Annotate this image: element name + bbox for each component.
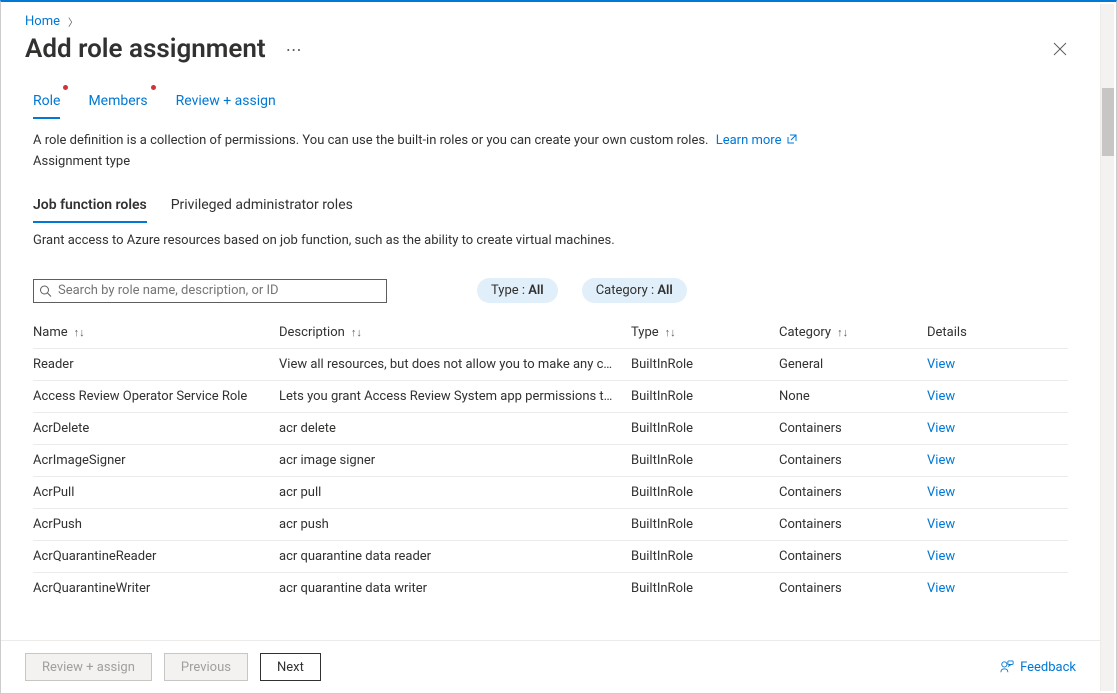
view-details-link[interactable]: View xyxy=(927,357,1068,372)
table-row[interactable]: AcrDeleteacr deleteBuiltInRoleContainers… xyxy=(33,412,1068,444)
tab-privileged-admin-roles[interactable]: Privileged administrator roles xyxy=(171,191,353,223)
cell-description: acr quarantine data writer xyxy=(279,581,631,596)
feedback-link[interactable]: Feedback xyxy=(1000,660,1076,675)
cell-type: BuiltInRole xyxy=(631,453,779,468)
cell-description: View all resources, but does not allow y… xyxy=(279,357,631,372)
sort-icon: ↑↓ xyxy=(351,327,362,338)
scrollbar-thumb[interactable] xyxy=(1102,88,1114,156)
step-review-assign[interactable]: Review + assign xyxy=(176,87,276,119)
subtab-description: Grant access to Azure resources based on… xyxy=(33,233,1068,248)
breadcrumb-home[interactable]: Home xyxy=(25,14,60,29)
cell-category: Containers xyxy=(779,581,927,596)
filter-category[interactable]: Category : All xyxy=(582,278,687,303)
wizard-steps: Role Members Review + assign xyxy=(1,87,1100,119)
table-header: Name ↑↓ Description ↑↓ Type ↑↓ Category … xyxy=(33,317,1068,348)
view-details-link[interactable]: View xyxy=(927,549,1068,564)
cell-type: BuiltInRole xyxy=(631,485,779,500)
table-row[interactable]: Access Review Operator Service RoleLets … xyxy=(33,380,1068,412)
cell-category: Containers xyxy=(779,421,927,436)
cell-name: AcrPush xyxy=(33,517,279,532)
cell-name: Reader xyxy=(33,357,279,372)
cell-description: acr quarantine data reader xyxy=(279,549,631,564)
required-dot-icon xyxy=(151,85,156,90)
cell-name: AcrDelete xyxy=(33,421,279,436)
cell-description: acr image signer xyxy=(279,453,631,468)
sort-icon: ↑↓ xyxy=(837,327,848,338)
page-title: Add role assignment xyxy=(25,34,266,64)
cell-description: Lets you grant Access Review System app … xyxy=(279,389,631,404)
breadcrumb: Home 〉 xyxy=(1,2,1100,29)
cell-type: BuiltInRole xyxy=(631,549,779,564)
cell-name: AcrQuarantineReader xyxy=(33,549,279,564)
table-row[interactable]: AcrImageSigneracr image signerBuiltInRol… xyxy=(33,444,1068,476)
col-category[interactable]: Category ↑↓ xyxy=(779,325,927,340)
view-details-link[interactable]: View xyxy=(927,517,1068,532)
scrollbar[interactable] xyxy=(1100,4,1114,691)
step-label: Review + assign xyxy=(176,93,276,109)
cell-description: acr pull xyxy=(279,485,631,500)
titlebar: Add role assignment ⋯ xyxy=(1,29,1100,87)
roles-table: Name ↑↓ Description ↑↓ Type ↑↓ Category … xyxy=(33,317,1068,640)
sort-icon: ↑↓ xyxy=(74,327,85,338)
feedback-icon xyxy=(1000,660,1014,674)
chevron-right-icon: 〉 xyxy=(68,14,78,29)
filter-row: Type : All Category : All xyxy=(33,278,1068,303)
role-description: A role definition is a collection of per… xyxy=(33,133,1068,148)
table-row[interactable]: AcrPullacr pullBuiltInRoleContainersView xyxy=(33,476,1068,508)
search-input[interactable] xyxy=(33,279,387,303)
table-row[interactable]: ReaderView all resources, but does not a… xyxy=(33,348,1068,380)
filter-type[interactable]: Type : All xyxy=(477,278,558,303)
step-label: Members xyxy=(88,93,147,109)
view-details-link[interactable]: View xyxy=(927,421,1068,436)
cell-name: Access Review Operator Service Role xyxy=(33,389,279,404)
view-details-link[interactable]: View xyxy=(927,485,1068,500)
cell-category: Containers xyxy=(779,549,927,564)
table-row[interactable]: AcrQuarantineReaderacr quarantine data r… xyxy=(33,540,1068,572)
assignment-type-tabs: Job function roles Privileged administra… xyxy=(33,191,1068,223)
next-button[interactable]: Next xyxy=(260,653,321,681)
assignment-type-label: Assignment type xyxy=(33,154,1068,169)
previous-button[interactable]: Previous xyxy=(164,653,248,681)
table-row[interactable]: AcrQuarantineWriteracr quarantine data w… xyxy=(33,572,1068,604)
cell-description: acr push xyxy=(279,517,631,532)
col-name[interactable]: Name ↑↓ xyxy=(33,325,279,340)
tab-job-function-roles[interactable]: Job function roles xyxy=(33,191,147,223)
cell-category: General xyxy=(779,357,927,372)
step-label: Role xyxy=(33,93,60,109)
view-details-link[interactable]: View xyxy=(927,581,1068,596)
cell-type: BuiltInRole xyxy=(631,421,779,436)
cell-type: BuiltInRole xyxy=(631,357,779,372)
learn-more-link[interactable]: Learn more xyxy=(716,133,797,148)
col-description[interactable]: Description ↑↓ xyxy=(279,325,631,340)
cell-category: Containers xyxy=(779,485,927,500)
step-role[interactable]: Role xyxy=(33,87,60,119)
view-details-link[interactable]: View xyxy=(927,453,1068,468)
footer: Review + assign Previous Next Feedback xyxy=(1,640,1100,693)
search-icon xyxy=(39,284,52,297)
cell-type: BuiltInRole xyxy=(631,581,779,596)
close-icon xyxy=(1053,42,1067,56)
view-details-link[interactable]: View xyxy=(927,389,1068,404)
search-field xyxy=(33,279,387,303)
sort-icon: ↑↓ xyxy=(665,327,676,338)
col-type[interactable]: Type ↑↓ xyxy=(631,325,779,340)
cell-type: BuiltInRole xyxy=(631,389,779,404)
close-button[interactable] xyxy=(1044,33,1076,65)
cell-name: AcrImageSigner xyxy=(33,453,279,468)
cell-category: None xyxy=(779,389,927,404)
cell-name: AcrPull xyxy=(33,485,279,500)
cell-name: AcrQuarantineWriter xyxy=(33,581,279,596)
cell-description: acr delete xyxy=(279,421,631,436)
cell-category: Containers xyxy=(779,517,927,532)
table-row[interactable]: AcrPushacr pushBuiltInRoleContainersView xyxy=(33,508,1068,540)
cell-category: Containers xyxy=(779,453,927,468)
review-assign-button[interactable]: Review + assign xyxy=(25,653,152,681)
cell-type: BuiltInRole xyxy=(631,517,779,532)
required-dot-icon xyxy=(63,85,68,90)
col-details: Details xyxy=(927,325,1068,340)
external-link-icon xyxy=(787,133,797,143)
more-actions-icon[interactable]: ⋯ xyxy=(286,40,303,59)
step-members[interactable]: Members xyxy=(88,87,147,119)
